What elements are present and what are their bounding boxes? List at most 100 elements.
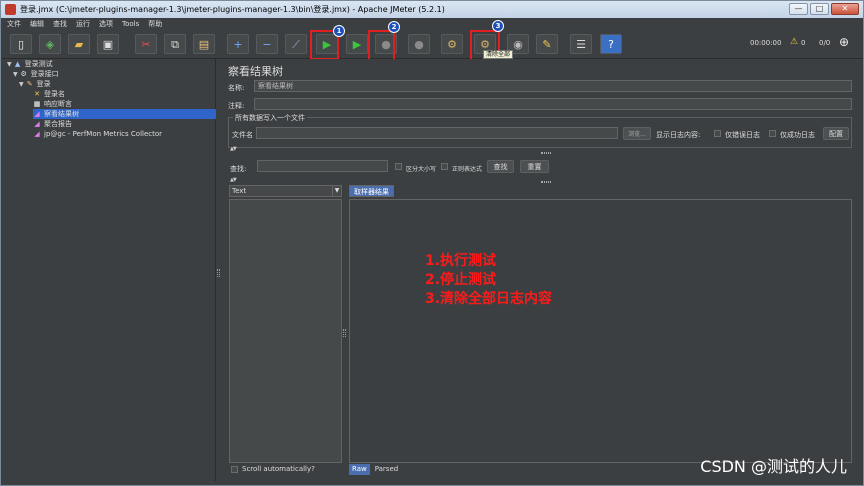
collapse-arrows-icon[interactable]: ▲▼ — [230, 177, 237, 183]
new-icon: ▯ — [17, 37, 25, 51]
shutdown-button[interactable]: ● — [408, 34, 430, 54]
shutdown-icon: ● — [414, 37, 424, 51]
log-content-label: 显示日志内容: — [656, 131, 701, 139]
help-icon: ? — [608, 37, 614, 51]
tree-item-aggregate-report[interactable]: ◢ 聚合报告 — [33, 119, 72, 129]
find-button[interactable]: 查找 — [487, 160, 514, 173]
active-threads: 0/0 — [819, 39, 831, 47]
menu-help[interactable]: 帮助 — [148, 19, 162, 29]
maximize-button[interactable]: □ — [810, 3, 829, 15]
elapsed-timer: 00:00:00 — [750, 39, 782, 47]
tree-item-sampler[interactable]: ▼ ✎ 登录 — [19, 79, 51, 89]
sampler-icon: ✎ — [26, 80, 33, 88]
cut-icon: ✂ — [141, 37, 151, 51]
templates-button[interactable]: ◈ — [39, 34, 61, 54]
tree-item-view-results-tree[interactable]: ◢ 察看结果树 — [33, 109, 216, 119]
success-only-checkbox[interactable] — [769, 130, 776, 137]
menu-options[interactable]: 选项 — [99, 19, 113, 29]
help-button[interactable]: ? — [600, 34, 622, 54]
paste-button[interactable]: ▤ — [193, 34, 215, 54]
tree-item-test-plan[interactable]: ▼ ▲ 登录测试 — [7, 59, 53, 69]
paste-icon: ▤ — [198, 37, 210, 51]
collapse-icon: − — [262, 37, 272, 51]
jmeter-app-icon — [5, 4, 16, 15]
case-sensitive-checkbox[interactable] — [395, 163, 402, 170]
clear-all-tooltip: 清除全部 — [483, 50, 514, 59]
collapse-arrows-icon[interactable]: ▲▼ — [230, 146, 237, 152]
minimize-button[interactable]: — — [789, 3, 808, 15]
title-bar: 登录.jmx (C:\jmeter-plugins-manager-1.3\jm… — [1, 1, 863, 18]
expand-all-button[interactable]: + — [227, 34, 249, 54]
browse-button[interactable]: 浏览... — [623, 127, 651, 140]
expand-icon: + — [233, 37, 243, 51]
test-plan-tree: ▼ ▲ 登录测试 ▼ ⚙ 登录接口 ▼ ✎ 登录 ✕ 登录名 ▦ 响应断言 ◢ … — [2, 59, 216, 481]
function-helper-button[interactable]: ☰ — [570, 34, 592, 54]
tab-sampler-result[interactable]: 取样器结果 — [349, 185, 394, 197]
assertion-icon: ▦ — [33, 100, 41, 108]
menu-bar: 文件 编辑 查找 运行 选项 Tools 帮助 — [1, 18, 863, 29]
remote-toggle-icon[interactable]: ⊕ — [839, 35, 849, 49]
new-button[interactable]: ▯ — [10, 34, 32, 54]
tab-raw[interactable]: Raw — [349, 464, 370, 475]
tab-parsed[interactable]: Parsed — [372, 464, 401, 475]
templates-icon: ◈ — [45, 37, 55, 51]
menu-run[interactable]: 运行 — [76, 19, 90, 29]
horizontal-divider[interactable] — [541, 181, 551, 183]
horizontal-divider[interactable] — [541, 152, 551, 154]
caret-down-icon[interactable]: ▼ — [7, 61, 12, 68]
comment-field[interactable] — [254, 98, 852, 110]
cut-button[interactable]: ✂ — [135, 34, 157, 54]
open-icon: ▰ — [74, 37, 84, 51]
regex-label: 正则表达式 — [452, 166, 483, 173]
result-detail-area[interactable] — [349, 199, 852, 463]
split-pane-divider[interactable] — [217, 269, 220, 277]
menu-file[interactable]: 文件 — [7, 19, 21, 29]
menu-tools[interactable]: Tools — [122, 20, 139, 28]
tree-item-extractor[interactable]: ✕ 登录名 — [33, 89, 65, 99]
renderer-select[interactable]: Text ▼ — [229, 185, 342, 197]
collapse-all-button[interactable]: − — [256, 34, 278, 54]
name-field[interactable]: 察看结果树 — [254, 80, 852, 92]
thread-group-icon: ⚙ — [20, 70, 27, 78]
view-mode-tabs: Raw Parsed — [349, 464, 401, 475]
chevron-down-icon[interactable]: ▼ — [332, 186, 341, 196]
case-sensitive-label: 区分大小写 — [406, 166, 437, 173]
clear-button[interactable]: ⚙ — [441, 34, 463, 54]
errors-only-checkbox[interactable] — [714, 130, 721, 137]
start-no-pauses-button[interactable]: ▶ — [346, 34, 368, 54]
save-icon: ▣ — [102, 37, 114, 51]
save-button[interactable]: ▣ — [97, 34, 119, 54]
menu-edit[interactable]: 编辑 — [30, 19, 44, 29]
sample-result-list[interactable] — [229, 199, 342, 463]
scroll-automatically-checkbox[interactable] — [231, 465, 238, 473]
tree-item-label: 登录名 — [44, 90, 65, 98]
write-to-file-group: 所有数据写入一个文件 文件名 浏览... 显示日志内容: 仅错误日志 仅成功日志… — [228, 113, 852, 148]
search-field[interactable] — [257, 160, 388, 172]
tree-item-thread-group[interactable]: ▼ ⚙ 登录接口 — [13, 69, 59, 79]
caret-down-icon[interactable]: ▼ — [13, 71, 18, 78]
comment-label: 注释: — [228, 102, 245, 110]
menu-search[interactable]: 查找 — [53, 19, 67, 29]
search-label: 查找: — [230, 165, 247, 173]
warning-icon[interactable]: ⚠ — [790, 37, 798, 47]
toggle-button[interactable]: ⟋ — [285, 34, 307, 54]
reset-button[interactable]: 重置 — [520, 160, 549, 173]
caret-down-icon[interactable]: ▼ — [19, 81, 24, 88]
tree-item-assertion[interactable]: ▦ 响应断言 — [33, 99, 72, 109]
tree-item-label: 聚合报告 — [44, 120, 72, 128]
tree-item-perfmon-collector[interactable]: ◢ jp@gc - PerfMon Metrics Collector — [33, 129, 162, 139]
copy-button[interactable]: ⧉ — [164, 34, 186, 54]
close-button[interactable]: ✕ — [831, 3, 859, 15]
jmeter-window: 登录.jmx (C:\jmeter-plugins-manager-1.3\jm… — [0, 0, 864, 486]
reset-search-button[interactable]: ✎ — [536, 34, 558, 54]
filename-field[interactable] — [256, 127, 618, 139]
configure-button[interactable]: 配置 — [823, 127, 849, 140]
regex-checkbox[interactable] — [441, 163, 448, 170]
toolbar: ▯ ◈ ▰ ▣ ✂ ⧉ ▤ + − ⟋ ▶ ▶ ● ● ⚙ ⚙ ◉ ✎ ☰ ? … — [1, 20, 863, 64]
renderer-value: Text — [232, 187, 247, 195]
result-tabs: 取样器结果 — [349, 185, 394, 197]
vertical-divider[interactable] — [343, 329, 346, 337]
group-title: 所有数据写入一个文件 — [233, 113, 307, 123]
listener-icon: ◢ — [34, 110, 40, 118]
open-button[interactable]: ▰ — [68, 34, 90, 54]
